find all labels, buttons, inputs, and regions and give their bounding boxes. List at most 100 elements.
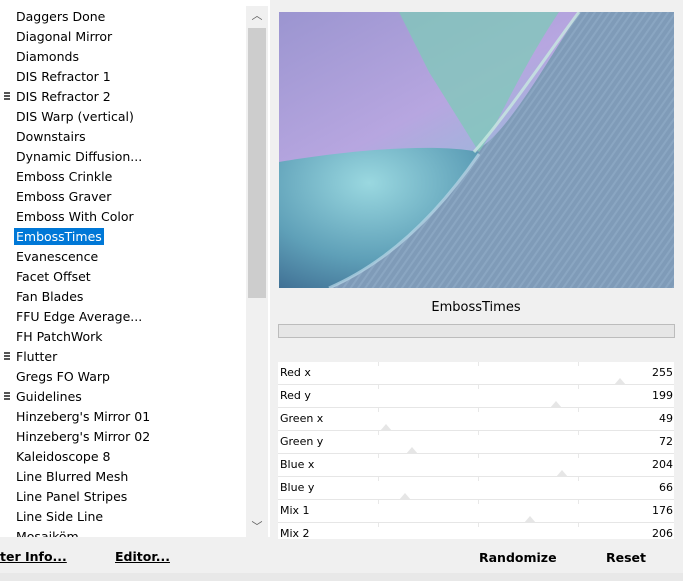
list-item[interactable]: Dynamic Diffusion... xyxy=(0,147,246,167)
grip-icon xyxy=(4,352,10,363)
list-item-label: Fan Blades xyxy=(16,289,84,304)
list-item[interactable]: DIS Refractor 2 xyxy=(0,87,246,107)
list-item-label: Facet Offset xyxy=(16,269,91,284)
slider-tick xyxy=(578,362,579,366)
slider-label: Blue y xyxy=(280,481,315,494)
list-item[interactable]: Flutter xyxy=(0,347,246,367)
list-item[interactable]: Diamonds xyxy=(0,47,246,67)
list-item-label: Emboss With Color xyxy=(16,209,134,224)
list-item-label: Mosaiköm xyxy=(16,529,79,537)
list-item-label: Kaleidoscope 8 xyxy=(16,449,111,464)
list-item[interactable]: Emboss Graver xyxy=(0,187,246,207)
slider-tick xyxy=(378,408,379,412)
slider-list: Red x 255 Red y 199 Green x 49 Green y 72 Blue x… xyxy=(278,362,674,546)
slider-tick xyxy=(478,500,479,504)
filter-list[interactable]: Daggers Done Diagonal Mirror Diamonds DIS R… xyxy=(0,0,270,537)
slider-thumb[interactable] xyxy=(379,424,392,431)
list-item[interactable]: Line Blurred Mesh xyxy=(0,467,246,487)
slider-tick xyxy=(378,454,379,458)
list-item[interactable]: FH PatchWork xyxy=(0,327,246,347)
chevron-up-icon[interactable]: ︿ xyxy=(246,6,268,26)
slider-row[interactable]: Red y 199 xyxy=(278,385,674,408)
list-item-label: Line Panel Stripes xyxy=(16,489,128,504)
slider-label: Green y xyxy=(280,435,324,448)
slider-thumb[interactable] xyxy=(405,447,418,454)
slider-tick xyxy=(378,523,379,527)
slider-tick xyxy=(478,385,479,389)
slider-tick xyxy=(578,454,579,458)
list-item[interactable]: DIS Refractor 1 xyxy=(0,67,246,87)
slider-tick xyxy=(478,523,479,527)
slider-tick xyxy=(378,431,379,435)
slider-label: Red y xyxy=(280,389,311,402)
slider-tick xyxy=(378,385,379,389)
chevron-down-icon[interactable]: ﹀ xyxy=(246,517,268,537)
list-item[interactable]: Hinzeberg's Mirror 01 xyxy=(0,407,246,427)
list-item[interactable]: Guidelines xyxy=(0,387,246,407)
slider-thumb[interactable] xyxy=(556,470,568,477)
slider-tick xyxy=(378,500,379,504)
list-item[interactable]: EmbossTimes xyxy=(0,227,246,247)
list-item-label: Dynamic Diffusion... xyxy=(16,149,143,164)
list-item-label: Emboss Graver xyxy=(16,189,112,204)
list-scrollbar[interactable]: ︿ ﹀ xyxy=(246,6,268,537)
slider-row[interactable]: Mix 1 176 xyxy=(278,500,674,523)
list-item-label: DIS Refractor 2 xyxy=(16,89,111,104)
list-item-label: FH PatchWork xyxy=(16,329,103,344)
list-item-label: Emboss Crinkle xyxy=(16,169,113,184)
slider-thumb[interactable] xyxy=(614,378,626,385)
list-item-label: DIS Refractor 1 xyxy=(16,69,111,84)
list-item-label: EmbossTimes xyxy=(14,228,104,245)
slider-value: 66 xyxy=(659,481,673,494)
slider-row[interactable]: Blue y 66 xyxy=(278,477,674,500)
slider-tick xyxy=(378,362,379,366)
list-item[interactable]: Line Side Line xyxy=(0,507,246,527)
slider-thumb[interactable] xyxy=(399,493,412,500)
list-item[interactable]: Facet Offset xyxy=(0,267,246,287)
slider-tick xyxy=(578,385,579,389)
grip-icon xyxy=(4,392,10,403)
slider-tick xyxy=(378,477,379,481)
list-item[interactable]: DIS Warp (vertical) xyxy=(0,107,246,127)
slider-tick xyxy=(578,431,579,435)
slider-value: 199 xyxy=(652,389,673,402)
scroll-thumb[interactable] xyxy=(248,28,266,298)
slider-row[interactable]: Green x 49 xyxy=(278,408,674,431)
slider-row[interactable]: Red x 255 xyxy=(278,362,674,385)
list-item-label: Diagonal Mirror xyxy=(16,29,113,44)
slider-tick xyxy=(478,454,479,458)
filter-name-title: EmbossTimes xyxy=(431,300,521,315)
slider-row[interactable]: Blue x 204 xyxy=(278,454,674,477)
slider-tick xyxy=(478,408,479,412)
slider-value: 49 xyxy=(659,412,673,425)
list-item-label: Downstairs xyxy=(16,129,86,144)
list-item[interactable]: Downstairs xyxy=(0,127,246,147)
list-item[interactable]: Daggers Done xyxy=(0,7,246,27)
slider-value: 72 xyxy=(659,435,673,448)
reset-button[interactable]: Reset xyxy=(606,550,646,565)
slider-thumb[interactable] xyxy=(524,516,537,523)
right-button-bar: Randomize Reset xyxy=(278,539,674,573)
list-item[interactable]: Line Panel Stripes xyxy=(0,487,246,507)
list-item[interactable]: Evanescence xyxy=(0,247,246,267)
editor-button[interactable]: Editor... xyxy=(115,549,170,564)
randomize-button[interactable]: Randomize xyxy=(479,550,557,565)
list-item[interactable]: Kaleidoscope 8 xyxy=(0,447,246,467)
list-item-label: Evanescence xyxy=(16,249,99,264)
slider-tick xyxy=(478,431,479,435)
list-item[interactable]: Emboss Crinkle xyxy=(0,167,246,187)
list-item[interactable]: Mosaiköm xyxy=(0,527,246,537)
list-item[interactable]: Diagonal Mirror xyxy=(0,27,246,47)
list-item-label: Guidelines xyxy=(16,389,82,404)
window-bottom-edge xyxy=(0,573,683,581)
list-item[interactable]: Gregs FO Warp xyxy=(0,367,246,387)
list-item[interactable]: FFU Edge Average... xyxy=(0,307,246,327)
list-item[interactable]: Fan Blades xyxy=(0,287,246,307)
filter-info-button[interactable]: ter Info... xyxy=(0,549,67,564)
slider-tick xyxy=(478,362,479,366)
list-item[interactable]: Hinzeberg's Mirror 02 xyxy=(0,427,246,447)
list-item[interactable]: Emboss With Color xyxy=(0,207,246,227)
slider-row[interactable]: Green y 72 xyxy=(278,431,674,454)
slider-thumb[interactable] xyxy=(550,401,563,408)
slider-value: 255 xyxy=(652,366,673,379)
